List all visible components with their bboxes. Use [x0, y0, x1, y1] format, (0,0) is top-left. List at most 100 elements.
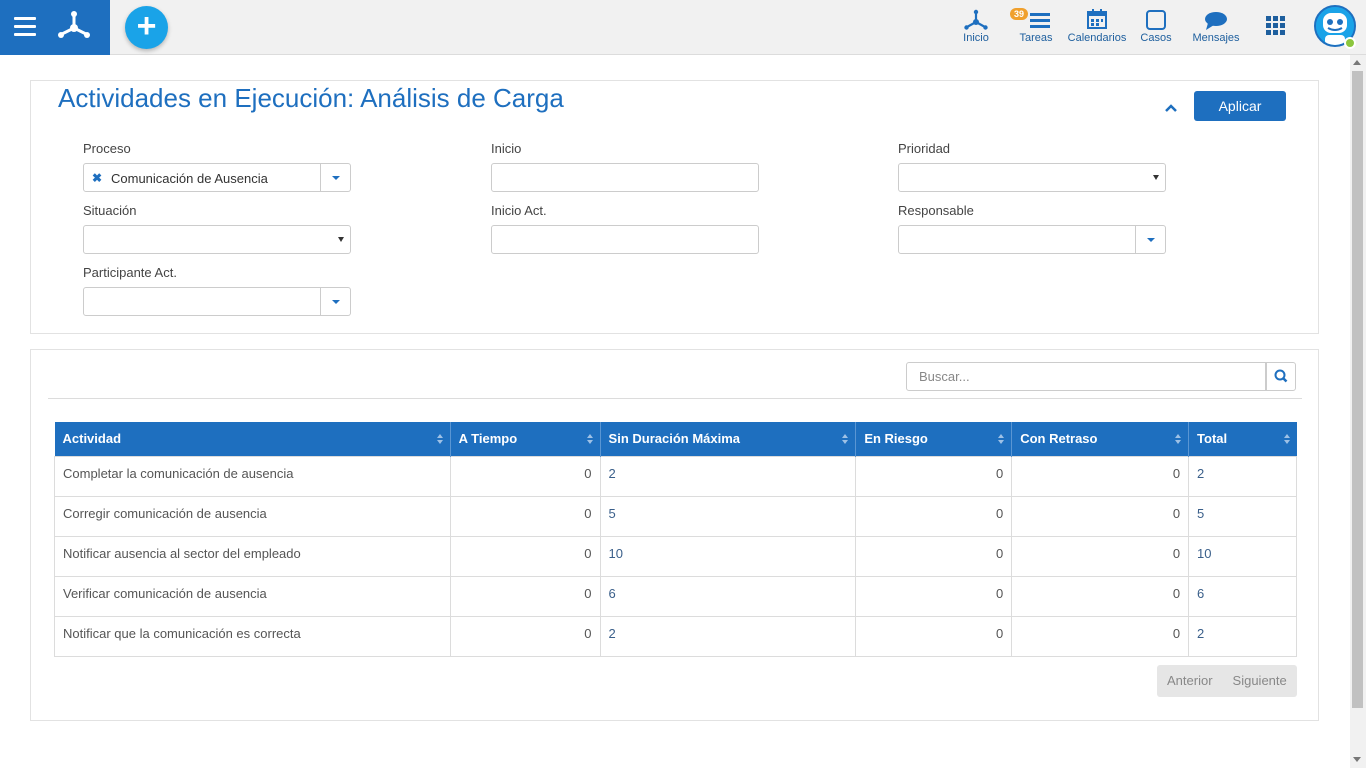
nav-calendarios-label: Calendarios: [1067, 32, 1127, 44]
table-row[interactable]: Corregir comunicación de ausencia 0 5 0 …: [54, 495, 1297, 537]
inicio-act-field[interactable]: [491, 225, 759, 254]
column-header-total[interactable]: Total: [1188, 422, 1297, 456]
proceso-dropdown-button[interactable]: [321, 163, 351, 192]
scroll-down-icon[interactable]: [1353, 757, 1361, 762]
responsable-label: Responsable: [898, 203, 974, 218]
cell-a-tiempo: 0: [449, 455, 601, 497]
cell-con-retraso: 0: [1011, 455, 1190, 497]
cell-sin-duracion[interactable]: 2: [599, 615, 857, 657]
cell-a-tiempo: 0: [449, 495, 601, 537]
page-title: Actividades en Ejecución: Análisis de Ca…: [58, 83, 564, 113]
activity-table: Actividad A Tiempo Sin Duración Máxima E…: [54, 422, 1297, 657]
apply-button[interactable]: Aplicar: [1194, 91, 1286, 121]
caret-down-icon: [332, 300, 340, 304]
cell-sin-duracion[interactable]: 10: [599, 535, 857, 577]
sort-icon[interactable]: [1175, 434, 1182, 445]
remove-chip-icon[interactable]: ✖: [92, 171, 102, 185]
participante-act-dropdown-button[interactable]: [321, 287, 351, 316]
participante-act-field[interactable]: [83, 287, 321, 316]
flow-logo-icon: [956, 6, 996, 32]
table-header-row: Actividad A Tiempo Sin Duración Máxima E…: [54, 422, 1297, 456]
nav-inicio-label: Inicio: [963, 32, 989, 44]
nav-tareas-label: Tareas: [1019, 32, 1053, 44]
tasks-badge: 39: [1010, 8, 1029, 20]
responsable-field[interactable]: [898, 225, 1136, 254]
inicio-label: Inicio: [491, 141, 522, 156]
proceso-value: Comunicación de Ausencia: [111, 171, 268, 186]
results-panel: Actividad A Tiempo Sin Duración Máxima E…: [30, 349, 1319, 721]
chevron-up-icon[interactable]: [1164, 101, 1178, 115]
inicio-act-label: Inicio Act.: [491, 203, 547, 218]
nav-inicio[interactable]: Inicio: [956, 6, 996, 50]
cell-a-tiempo: 0: [449, 615, 601, 657]
cell-actividad: Notificar que la comunicación es correct…: [54, 615, 451, 657]
search-input[interactable]: [906, 362, 1266, 391]
cell-en-riesgo: 0: [855, 615, 1013, 657]
calendar-icon: [1066, 6, 1128, 32]
sort-icon[interactable]: [1283, 434, 1290, 445]
table-row[interactable]: Notificar que la comunicación es correct…: [54, 615, 1297, 657]
cell-con-retraso: 0: [1011, 535, 1190, 577]
cell-total[interactable]: 6: [1188, 575, 1297, 617]
participante-act-label: Participante Act.: [83, 265, 177, 280]
nav-mensajes-label: Mensajes: [1192, 32, 1240, 44]
cell-en-riesgo: 0: [855, 535, 1013, 577]
proceso-label: Proceso: [83, 141, 131, 156]
cell-actividad: Completar la comunicación de ausencia: [54, 455, 451, 497]
nav-casos[interactable]: Casos: [1138, 6, 1174, 50]
nav-calendarios[interactable]: Calendarios: [1066, 6, 1128, 50]
cell-total[interactable]: 5: [1188, 495, 1297, 537]
table-row[interactable]: Verificar comunicación de ausencia 0 6 0…: [54, 575, 1297, 617]
situacion-select[interactable]: [83, 225, 351, 254]
app-logo-icon[interactable]: [56, 8, 92, 44]
column-header-en-riesgo[interactable]: En Riesgo: [855, 422, 1013, 456]
inicio-field[interactable]: [491, 163, 759, 192]
nav-mensajes[interactable]: Mensajes: [1190, 6, 1242, 50]
nav-tareas[interactable]: 39 Tareas: [1010, 6, 1056, 50]
prioridad-select[interactable]: [898, 163, 1166, 192]
scrollbar-thumb[interactable]: [1352, 71, 1363, 708]
scroll-up-icon[interactable]: [1353, 60, 1361, 65]
search-icon: [1274, 369, 1288, 383]
column-header-sin-duracion[interactable]: Sin Duración Máxima: [600, 422, 857, 456]
next-page-button[interactable]: Siguiente: [1223, 665, 1297, 697]
search-button[interactable]: [1266, 362, 1296, 391]
sort-icon[interactable]: [998, 434, 1005, 445]
cell-total[interactable]: 2: [1188, 615, 1297, 657]
cell-a-tiempo: 0: [449, 535, 601, 577]
sort-icon[interactable]: [842, 434, 849, 445]
tasks-icon: 39: [1010, 6, 1056, 32]
prev-page-button[interactable]: Anterior: [1157, 665, 1223, 697]
cell-en-riesgo: 0: [855, 575, 1013, 617]
add-button[interactable]: +: [125, 6, 168, 49]
cell-sin-duracion[interactable]: 2: [599, 455, 857, 497]
situacion-label: Situación: [83, 203, 137, 218]
menu-icon[interactable]: [14, 17, 36, 37]
responsable-dropdown-button[interactable]: [1136, 225, 1166, 254]
sort-icon[interactable]: [586, 434, 593, 445]
online-status-dot: [1344, 37, 1356, 49]
table-row[interactable]: Notificar ausencia al sector del emplead…: [54, 535, 1297, 577]
cell-actividad: Verificar comunicación de ausencia: [54, 575, 451, 617]
divider: [48, 398, 1302, 399]
select-arrow-icon: [338, 237, 344, 242]
cell-con-retraso: 0: [1011, 615, 1190, 657]
sort-icon[interactable]: [436, 434, 443, 445]
column-header-a-tiempo[interactable]: A Tiempo: [450, 422, 601, 456]
cell-sin-duracion[interactable]: 5: [599, 495, 857, 537]
cell-en-riesgo: 0: [855, 455, 1013, 497]
cell-total[interactable]: 2: [1188, 455, 1297, 497]
cell-sin-duracion[interactable]: 6: [599, 575, 857, 617]
cell-con-retraso: 0: [1011, 575, 1190, 617]
prioridad-label: Prioridad: [898, 141, 951, 156]
cell-actividad: Notificar ausencia al sector del emplead…: [54, 535, 451, 577]
proceso-field[interactable]: ✖ Comunicación de Ausencia: [83, 163, 321, 192]
cases-icon: [1138, 6, 1174, 32]
table-row[interactable]: Completar la comunicación de ausencia 0 …: [54, 455, 1297, 497]
cell-con-retraso: 0: [1011, 495, 1190, 537]
apps-grid-icon[interactable]: [1266, 16, 1286, 36]
column-header-con-retraso[interactable]: Con Retraso: [1011, 422, 1190, 456]
column-header-actividad[interactable]: Actividad: [54, 422, 451, 456]
messages-icon: [1190, 6, 1242, 32]
cell-total[interactable]: 10: [1188, 535, 1297, 577]
